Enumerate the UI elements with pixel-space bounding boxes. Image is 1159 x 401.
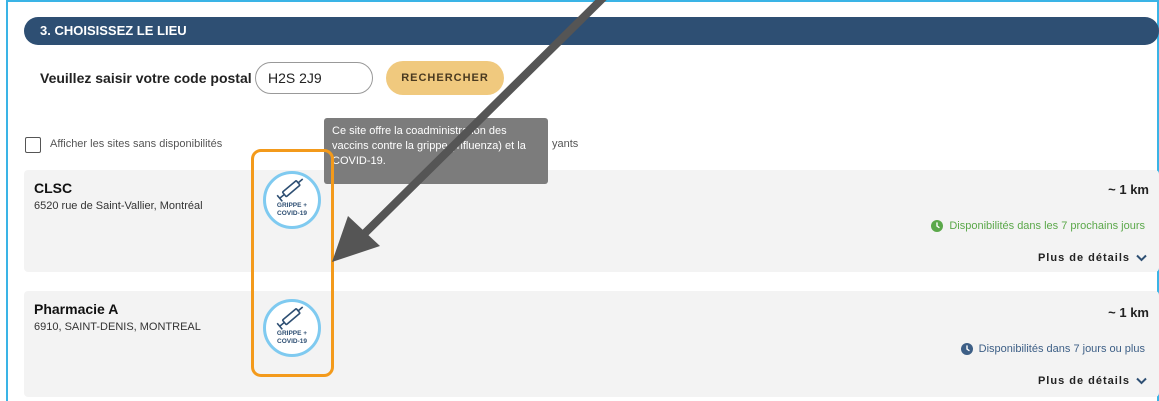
site-address: 6520 rue de Saint-Vallier, Montréal bbox=[34, 200, 203, 212]
coadministration-tooltip: Ce site offre la coadministration des va… bbox=[324, 118, 548, 184]
availability-text: Disponibilités dans les 7 prochains jour… bbox=[949, 220, 1145, 232]
show-unavailable-checkbox[interactable] bbox=[25, 137, 41, 153]
filter-trailing-text: yants bbox=[552, 138, 579, 150]
more-details-label: Plus de détails bbox=[1037, 375, 1130, 387]
site-distance: ~ 1 km bbox=[1108, 305, 1149, 320]
more-details-label: Plus de détails bbox=[1037, 252, 1130, 264]
postal-code-label: Veuillez saisir votre code postal bbox=[40, 70, 252, 86]
clock-icon bbox=[931, 220, 944, 232]
search-button[interactable]: RECHERCHER bbox=[386, 61, 504, 95]
site-distance: ~ 1 km bbox=[1108, 182, 1149, 197]
chevron-down-icon bbox=[1136, 254, 1147, 262]
postal-code-input[interactable]: H2S 2J9 bbox=[255, 62, 373, 94]
section-title: 3. CHOISISSEZ LE LIEU bbox=[24, 17, 1159, 45]
site-card[interactable]: Pharmacie A 6910, SAINT-DENIS, MONTREAL … bbox=[24, 291, 1159, 397]
more-details-link[interactable]: Plus de détails bbox=[1038, 252, 1147, 264]
site-address: 6910, SAINT-DENIS, MONTREAL bbox=[34, 321, 201, 333]
availability-status: Disponibilités dans 7 jours ou plus bbox=[960, 343, 1145, 355]
show-unavailable-label[interactable]: Afficher les sites sans disponibilités bbox=[50, 138, 222, 150]
availability-text: Disponibilités dans 7 jours ou plus bbox=[978, 343, 1145, 355]
highlight-box bbox=[251, 149, 334, 377]
clock-icon bbox=[960, 343, 973, 355]
more-details-link[interactable]: Plus de détails bbox=[1038, 375, 1147, 387]
site-card[interactable]: CLSC 6520 rue de Saint-Vallier, Montréal… bbox=[24, 170, 1159, 272]
availability-status: Disponibilités dans les 7 prochains jour… bbox=[931, 220, 1145, 232]
chevron-down-icon bbox=[1136, 377, 1147, 385]
site-name: Pharmacie A bbox=[34, 301, 119, 317]
site-name: CLSC bbox=[34, 180, 73, 196]
